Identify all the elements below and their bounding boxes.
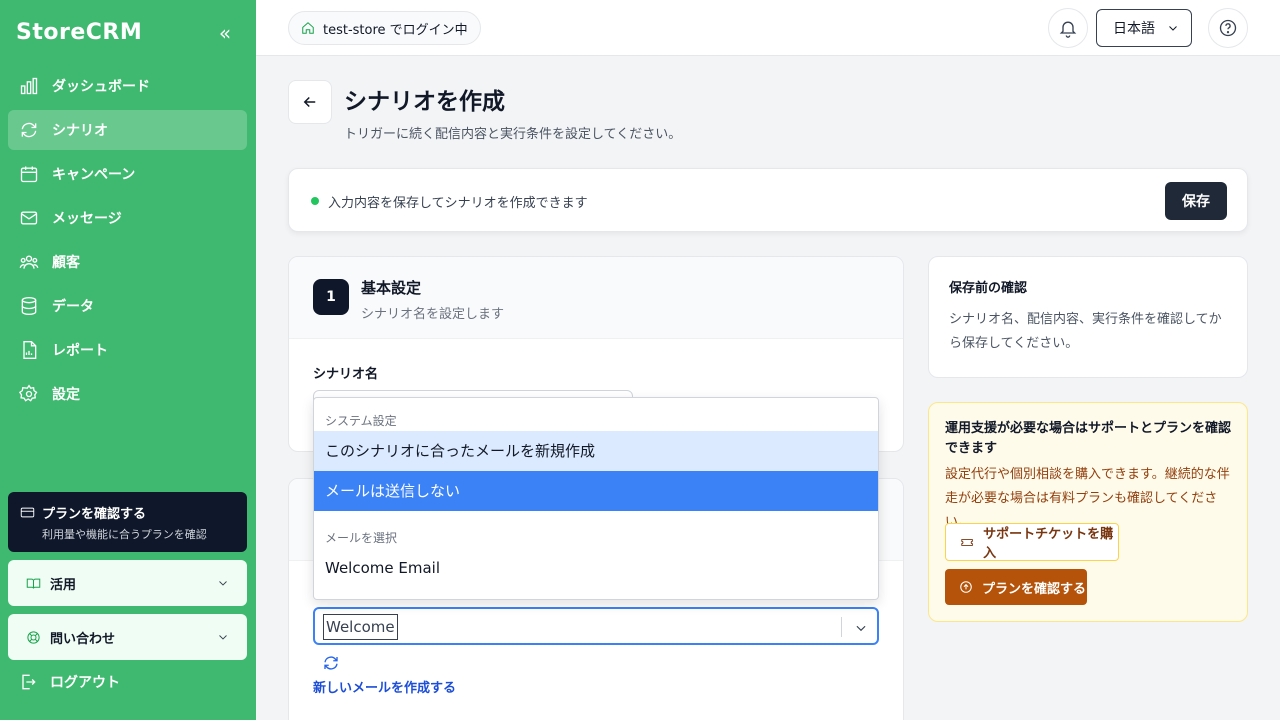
check-plan-button[interactable]: プランを確認する xyxy=(945,569,1087,605)
step-badge: 1 xyxy=(313,279,349,315)
credit-card-icon xyxy=(20,507,35,518)
arrow-left-icon xyxy=(303,96,316,108)
ticket-button-label: サポートチケットを購入 xyxy=(983,527,1114,561)
sidebar-item-settings[interactable]: 設定 xyxy=(8,374,247,414)
refresh-icon xyxy=(324,656,338,670)
mail-select-value[interactable]: Welcome xyxy=(323,614,398,640)
sidebar-item-label: レポート xyxy=(52,343,108,359)
sidebar-item-dashboard[interactable]: ダッシュボード xyxy=(8,66,247,106)
plan-card-title: プランを確認する xyxy=(42,507,147,522)
users-icon xyxy=(18,251,40,273)
mail-select[interactable]: Welcome xyxy=(313,607,879,645)
sidebar-nav: ダッシュボード シナリオ キャンペーン メッセージ 顧客 データ レポート 設定 xyxy=(8,66,247,418)
mail-icon xyxy=(18,207,40,229)
sidebar-item-label: シナリオ xyxy=(52,123,108,139)
logout-icon xyxy=(22,674,36,690)
accordion-use[interactable]: 活用 xyxy=(8,560,247,606)
check-card-title: 保存前の確認 xyxy=(949,281,1028,296)
create-new-mail-link[interactable]: 新しいメールを作成する xyxy=(313,677,456,696)
sidebar-item-customers[interactable]: 顧客 xyxy=(8,242,247,282)
topbar: test-store でログイン中 日本語 xyxy=(256,0,1280,56)
sidebar-item-report[interactable]: レポート xyxy=(8,330,247,370)
circle-arrow-icon xyxy=(960,581,972,593)
lifebuoy-icon xyxy=(27,630,40,644)
refresh-cycle-icon xyxy=(18,119,40,141)
status-dot xyxy=(311,197,319,205)
chevron-down-icon xyxy=(219,581,227,586)
chevron-down-icon[interactable] xyxy=(854,621,868,635)
section-header: 1 基本設定 シナリオ名を設定します xyxy=(289,257,903,339)
section-subtitle: シナリオ名を設定します xyxy=(361,307,505,322)
option-welcome-email[interactable]: Welcome Email xyxy=(314,548,878,588)
sidebar-item-label: データ xyxy=(52,299,94,315)
logout-button[interactable]: ログアウト xyxy=(18,672,120,692)
check-card-desc: シナリオ名、配信内容、実行条件を確認してから保存してください。 xyxy=(949,312,1222,351)
option-no-mail[interactable]: メールは送信しない xyxy=(314,471,878,511)
language-value: 日本語 xyxy=(1113,21,1155,37)
database-icon xyxy=(18,295,40,317)
option-create-mail[interactable]: このシナリオに合ったメールを新規作成 xyxy=(314,431,878,471)
chevron-down-icon xyxy=(1169,26,1177,31)
support-card: 運用支援が必要な場合はサポートとプランを確認できます 設定代行や個別相談を購入で… xyxy=(928,402,1248,622)
help-button[interactable] xyxy=(1208,8,1248,48)
store-badge: test-store でログイン中 xyxy=(288,11,481,45)
accordion-contact-label: 問い合わせ xyxy=(50,631,116,647)
sidebar-item-label: ダッシュボード xyxy=(52,79,150,95)
save-button[interactable]: 保存 xyxy=(1165,182,1227,220)
buy-support-ticket-button[interactable]: サポートチケットを購入 xyxy=(945,523,1119,561)
gear-icon xyxy=(18,383,40,405)
accordion-contact[interactable]: 問い合わせ xyxy=(8,614,247,660)
calendar-icon xyxy=(18,163,40,185)
home-icon xyxy=(302,22,314,34)
sidebar-item-campaign[interactable]: キャンペーン xyxy=(8,154,247,194)
plan-card-title-row: プランを確認する xyxy=(20,503,235,522)
refresh-mail-list-button[interactable] xyxy=(322,654,340,672)
pre-save-check-card: 保存前の確認 シナリオ名、配信内容、実行条件を確認してから保存してください。 xyxy=(928,256,1248,378)
sidebar-item-message[interactable]: メッセージ xyxy=(8,198,247,238)
bar-chart-icon xyxy=(18,75,40,97)
select-separator xyxy=(841,617,842,637)
save-status-card: 入力内容を保存してシナリオを作成できます 保存 xyxy=(288,168,1248,232)
sidebar-item-label: 顧客 xyxy=(52,255,80,271)
chevron-down-icon xyxy=(219,635,227,640)
plan-button-label: プランを確認する xyxy=(982,581,1087,597)
collapse-sidebar-icon[interactable]: « xyxy=(214,22,236,44)
book-open-icon xyxy=(26,578,41,589)
sidebar-item-label: キャンペーン xyxy=(52,167,136,183)
plan-card[interactable]: プランを確認する 利用量や機能に合うプランを確認 xyxy=(8,492,247,552)
sidebar-item-label: メッセージ xyxy=(52,211,122,227)
logout-label: ログアウト xyxy=(50,675,120,691)
sidebar: StoreCRM « ダッシュボード シナリオ キャンペーン メッセージ 顧客 … xyxy=(0,0,256,720)
report-icon xyxy=(18,339,40,361)
notifications-button[interactable] xyxy=(1048,8,1088,48)
bell-icon xyxy=(1059,21,1077,38)
sidebar-item-scenario[interactable]: シナリオ xyxy=(8,110,247,150)
sidebar-item-label: 設定 xyxy=(52,387,80,403)
group-label-system: システム設定 xyxy=(325,414,397,428)
page-subtitle: トリガーに続く配信内容と実行条件を設定してください。 xyxy=(344,127,682,142)
accordion-use-label: 活用 xyxy=(50,577,77,593)
sidebar-item-data[interactable]: データ xyxy=(8,286,247,326)
back-button[interactable] xyxy=(288,80,332,124)
help-circle-icon xyxy=(1219,19,1237,37)
plan-card-subtitle: 利用量や機能に合うプランを確認 xyxy=(42,528,207,541)
section-title: 基本設定 xyxy=(361,279,422,297)
ticket-icon xyxy=(961,538,973,546)
scenario-name-label: シナリオ名 xyxy=(313,367,379,382)
brand-logo: StoreCRM xyxy=(16,20,143,45)
store-label: test-store でログイン中 xyxy=(323,22,468,38)
language-select[interactable]: 日本語 xyxy=(1096,9,1192,47)
mail-select-dropdown: システム設定 このシナリオに合ったメールを新規作成 メールは送信しない メールを… xyxy=(313,397,879,600)
support-card-title: 運用支援が必要な場合はサポートとプランを確認できます xyxy=(945,421,1232,456)
page-title: シナリオを作成 xyxy=(344,89,505,115)
group-label-mail: メールを選択 xyxy=(325,531,398,545)
status-text: 入力内容を保存してシナリオを作成できます xyxy=(328,196,588,211)
